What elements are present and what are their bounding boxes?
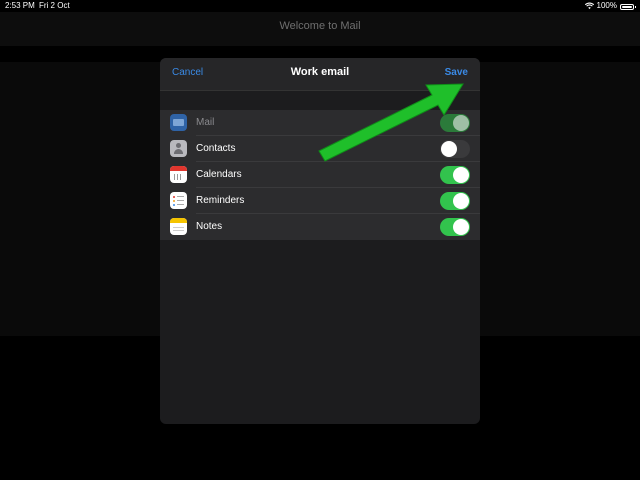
status-time: 2:53 PM <box>5 1 35 10</box>
status-right: 100% <box>584 0 636 12</box>
toggle-knob <box>441 141 457 157</box>
contacts-icon <box>170 140 187 157</box>
account-modal: Cancel Work email Save Mail Contacts Cal… <box>160 58 480 424</box>
calendars-toggle[interactable] <box>440 166 470 184</box>
wifi-icon <box>584 2 594 10</box>
contacts-toggle[interactable] <box>440 140 470 158</box>
notes-toggle[interactable] <box>440 218 470 236</box>
status-bar: 2:53 PM Fri 2 Oct 100% <box>0 0 640 12</box>
battery-icon <box>620 3 636 10</box>
reminders-icon <box>170 192 187 209</box>
modal-header: Cancel Work email Save <box>160 58 480 91</box>
toggle-knob <box>453 167 469 183</box>
screen: 2:53 PM Fri 2 Oct 100% Welcome to Mail C… <box>0 0 640 480</box>
row-label-mail: Mail <box>196 117 215 128</box>
list-item-contacts: Contacts <box>160 136 480 162</box>
row-label-reminders: Reminders <box>196 195 245 206</box>
battery-percent: 100% <box>596 1 617 10</box>
toggle-knob <box>453 193 469 209</box>
modal-title: Work email <box>290 66 350 78</box>
notes-icon <box>170 218 187 235</box>
list-item-reminders: Reminders <box>160 188 480 214</box>
list-item-mail: Mail <box>160 110 480 136</box>
calendar-icon <box>170 166 187 183</box>
toggle-knob <box>453 115 469 131</box>
cancel-button[interactable]: Cancel <box>172 67 203 78</box>
reminders-toggle[interactable] <box>440 192 470 210</box>
mail-icon <box>170 114 187 131</box>
services-list: Mail Contacts Calendars Reminders Notes <box>160 110 480 240</box>
row-label-contacts: Contacts <box>196 143 236 154</box>
background-title: Welcome to Mail <box>279 20 361 32</box>
list-item-notes: Notes <box>160 214 480 240</box>
list-item-calendars: Calendars <box>160 162 480 188</box>
mail-toggle[interactable] <box>440 114 470 132</box>
status-date: Fri 2 Oct <box>39 1 70 10</box>
row-label-notes: Notes <box>196 221 223 232</box>
save-button[interactable]: Save <box>445 67 468 78</box>
row-label-calendars: Calendars <box>196 169 242 180</box>
toggle-knob <box>453 219 469 235</box>
